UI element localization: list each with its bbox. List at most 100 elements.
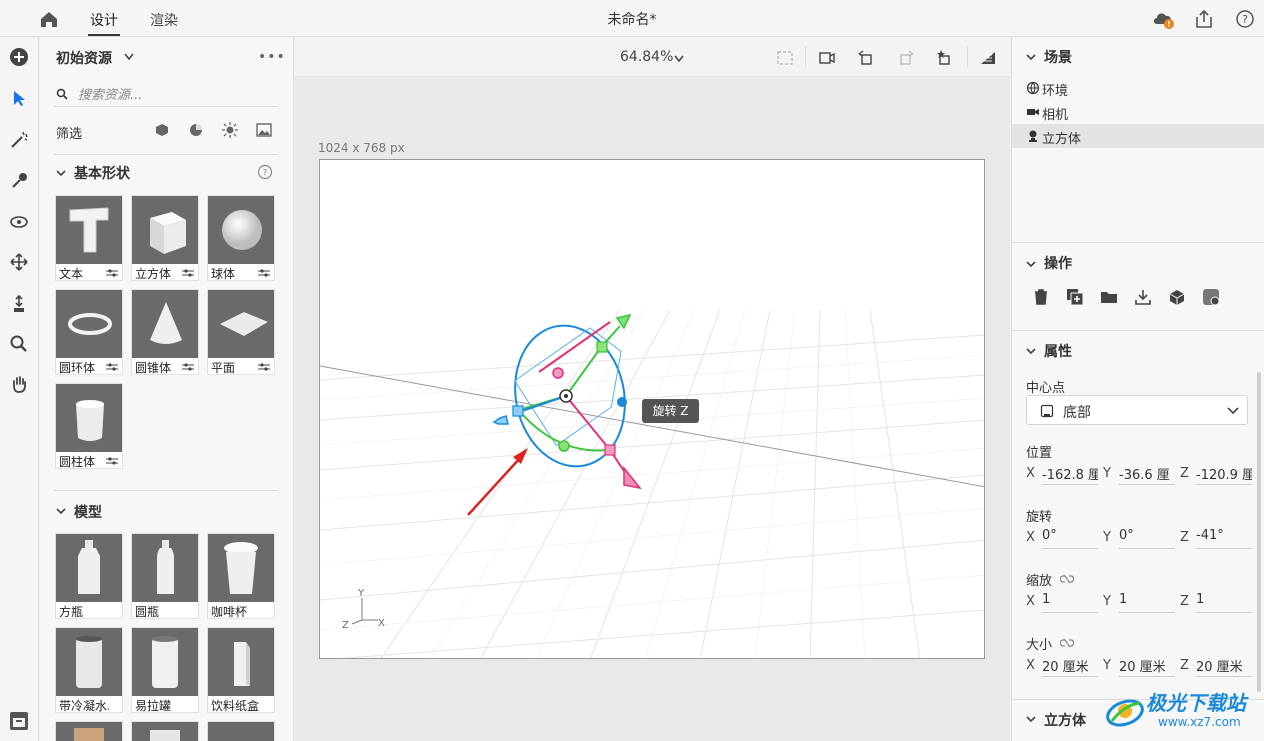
operations-section-title[interactable]: 操作	[1044, 253, 1072, 273]
rotation-x-field[interactable]: 0°	[1042, 525, 1098, 549]
cube-tool-icon[interactable]	[1167, 287, 1187, 307]
condensation-can-thumb	[56, 628, 122, 696]
asset-tile-cone[interactable]: 圆锥体	[131, 289, 199, 375]
adjust-icon[interactable]	[106, 268, 118, 278]
rotation-y-field[interactable]: 0°	[1119, 525, 1175, 549]
asset-search[interactable]: 搜索资源...	[54, 81, 278, 107]
rotation-z-field[interactable]: -41°	[1196, 525, 1252, 549]
magic-wand-icon[interactable]	[8, 129, 30, 151]
scale-y-field[interactable]: 1	[1119, 589, 1175, 613]
chevron-down-icon[interactable]	[56, 168, 66, 178]
asset-tile-can[interactable]: 易拉罐	[131, 627, 199, 713]
info-icon[interactable]: ?	[257, 164, 273, 180]
chevron-down-icon[interactable]	[1026, 259, 1036, 269]
delete-icon[interactable]	[1031, 287, 1051, 307]
asset-tile-juice-box[interactable]: 饮料纸盒	[207, 627, 275, 713]
asset-tile-sphere[interactable]: 球体	[207, 195, 275, 281]
asset-tile-partial[interactable]	[131, 721, 199, 741]
scene-section-title[interactable]: 场景	[1044, 47, 1072, 67]
more-options-icon[interactable]: •••	[258, 49, 286, 65]
asset-tile-condensation-can[interactable]: 带冷凝水...	[55, 627, 123, 713]
share-icon[interactable]	[1193, 8, 1215, 30]
model-filter-icon[interactable]	[153, 121, 171, 139]
properties-scrollbar[interactable]	[1257, 372, 1261, 692]
tab-render[interactable]: 渲染	[150, 10, 178, 30]
chevron-down-icon[interactable]	[124, 53, 134, 61]
material-filter-icon[interactable]	[187, 121, 205, 139]
adjust-icon[interactable]	[258, 268, 270, 278]
unlink-icon[interactable]	[1060, 638, 1074, 648]
adjust-icon[interactable]	[182, 362, 194, 372]
select-tool-icon[interactable]	[8, 87, 30, 109]
ground-plane-icon[interactable]	[978, 48, 998, 68]
bookmark-camera-icon[interactable]	[935, 48, 955, 68]
cloud-warning-icon[interactable]	[1152, 8, 1174, 30]
adjust-icon[interactable]	[258, 362, 270, 372]
asset-tile-coffee-cup[interactable]: 咖啡杯	[207, 533, 275, 619]
adjust-icon[interactable]	[182, 268, 194, 278]
scale-x-field[interactable]: 1	[1042, 589, 1098, 613]
size-z-field[interactable]: 20 厘米	[1196, 653, 1252, 677]
size-x-field[interactable]: 20 厘米	[1042, 653, 1098, 677]
light-filter-icon[interactable]	[221, 121, 239, 139]
scene-item-environment[interactable]: 环境	[1012, 76, 1264, 100]
asset-tile-square-bottle[interactable]: 方瓶	[55, 533, 123, 619]
asset-tile-plane[interactable]: 平面	[207, 289, 275, 375]
position-z-field[interactable]: -120.9 厘	[1196, 461, 1252, 485]
coffee-cup-thumb	[208, 534, 274, 602]
position-y-field[interactable]: -36.6 厘	[1119, 461, 1175, 485]
adjust-icon[interactable]	[106, 456, 118, 466]
unlink-icon[interactable]	[1060, 574, 1074, 584]
asset-tile-torus[interactable]: 圆环体	[55, 289, 123, 375]
chevron-down-icon[interactable]	[1026, 346, 1036, 356]
camera-fit-icon[interactable]	[817, 48, 837, 68]
image-filter-icon[interactable]	[255, 121, 273, 139]
help-icon[interactable]: ?	[1234, 8, 1256, 30]
size-y-field[interactable]: 20 厘米	[1119, 653, 1175, 677]
home-icon[interactable]	[38, 8, 60, 30]
scene-item-cube[interactable]: 立方体	[1012, 124, 1264, 148]
redo-camera-icon[interactable]	[896, 48, 916, 68]
add-icon[interactable]	[8, 46, 30, 68]
scale-z-field[interactable]: 1	[1196, 589, 1252, 613]
asset-tile-cube[interactable]: 立方体	[131, 195, 199, 281]
hand-tool-icon[interactable]	[8, 373, 30, 395]
chevron-down-icon[interactable]	[674, 55, 684, 63]
scene-item-camera[interactable]: 相机	[1012, 100, 1264, 124]
orbit-tool-icon[interactable]	[8, 211, 30, 233]
pivot-dropdown[interactable]: 底部	[1026, 395, 1248, 425]
search-placeholder[interactable]: 搜索资源...	[78, 84, 142, 103]
asset-tile-partial[interactable]	[55, 721, 123, 741]
pan-tool-icon[interactable]	[8, 251, 30, 273]
chevron-down-icon[interactable]	[56, 506, 66, 516]
undo-camera-icon[interactable]	[856, 48, 876, 68]
chevron-down-icon[interactable]	[1026, 52, 1036, 62]
axis-x-label: X	[1026, 594, 1035, 609]
dolly-tool-icon[interactable]	[8, 293, 30, 315]
group-folder-icon[interactable]	[1099, 287, 1119, 307]
asset-tile-round-bottle[interactable]: 圆瓶	[131, 533, 199, 619]
adjust-icon[interactable]	[106, 362, 118, 372]
position-x-field[interactable]: -162.8 厘	[1042, 461, 1098, 485]
plane-shape-thumb	[208, 290, 274, 358]
asset-tile-partial[interactable]	[207, 721, 275, 741]
properties-section-title[interactable]: 属性	[1044, 341, 1072, 361]
tab-design[interactable]: 设计	[90, 10, 118, 30]
tile-label: 文本	[59, 267, 84, 281]
cube-section-title[interactable]: 立方体	[1044, 710, 1086, 730]
asset-tile-cylinder[interactable]: 圆柱体	[55, 383, 123, 469]
drop-to-ground-icon[interactable]	[1133, 287, 1153, 307]
library-icon[interactable]	[8, 710, 30, 732]
zoom-tool-icon[interactable]	[8, 333, 30, 355]
duplicate-icon[interactable]	[1065, 287, 1085, 307]
frame-icon[interactable]	[775, 48, 795, 68]
assets-header[interactable]: 初始资源	[56, 48, 112, 68]
basic-shapes-title[interactable]: 基本形状	[74, 163, 130, 183]
eyedropper-icon[interactable]	[8, 169, 30, 191]
asset-tile-text[interactable]: 文本	[55, 195, 123, 281]
models-title[interactable]: 模型	[74, 502, 102, 522]
chevron-down-icon[interactable]	[1026, 714, 1036, 724]
search-icon	[56, 88, 68, 100]
material-icon[interactable]	[1201, 287, 1221, 307]
zoom-level[interactable]: 64.84%	[620, 49, 673, 65]
